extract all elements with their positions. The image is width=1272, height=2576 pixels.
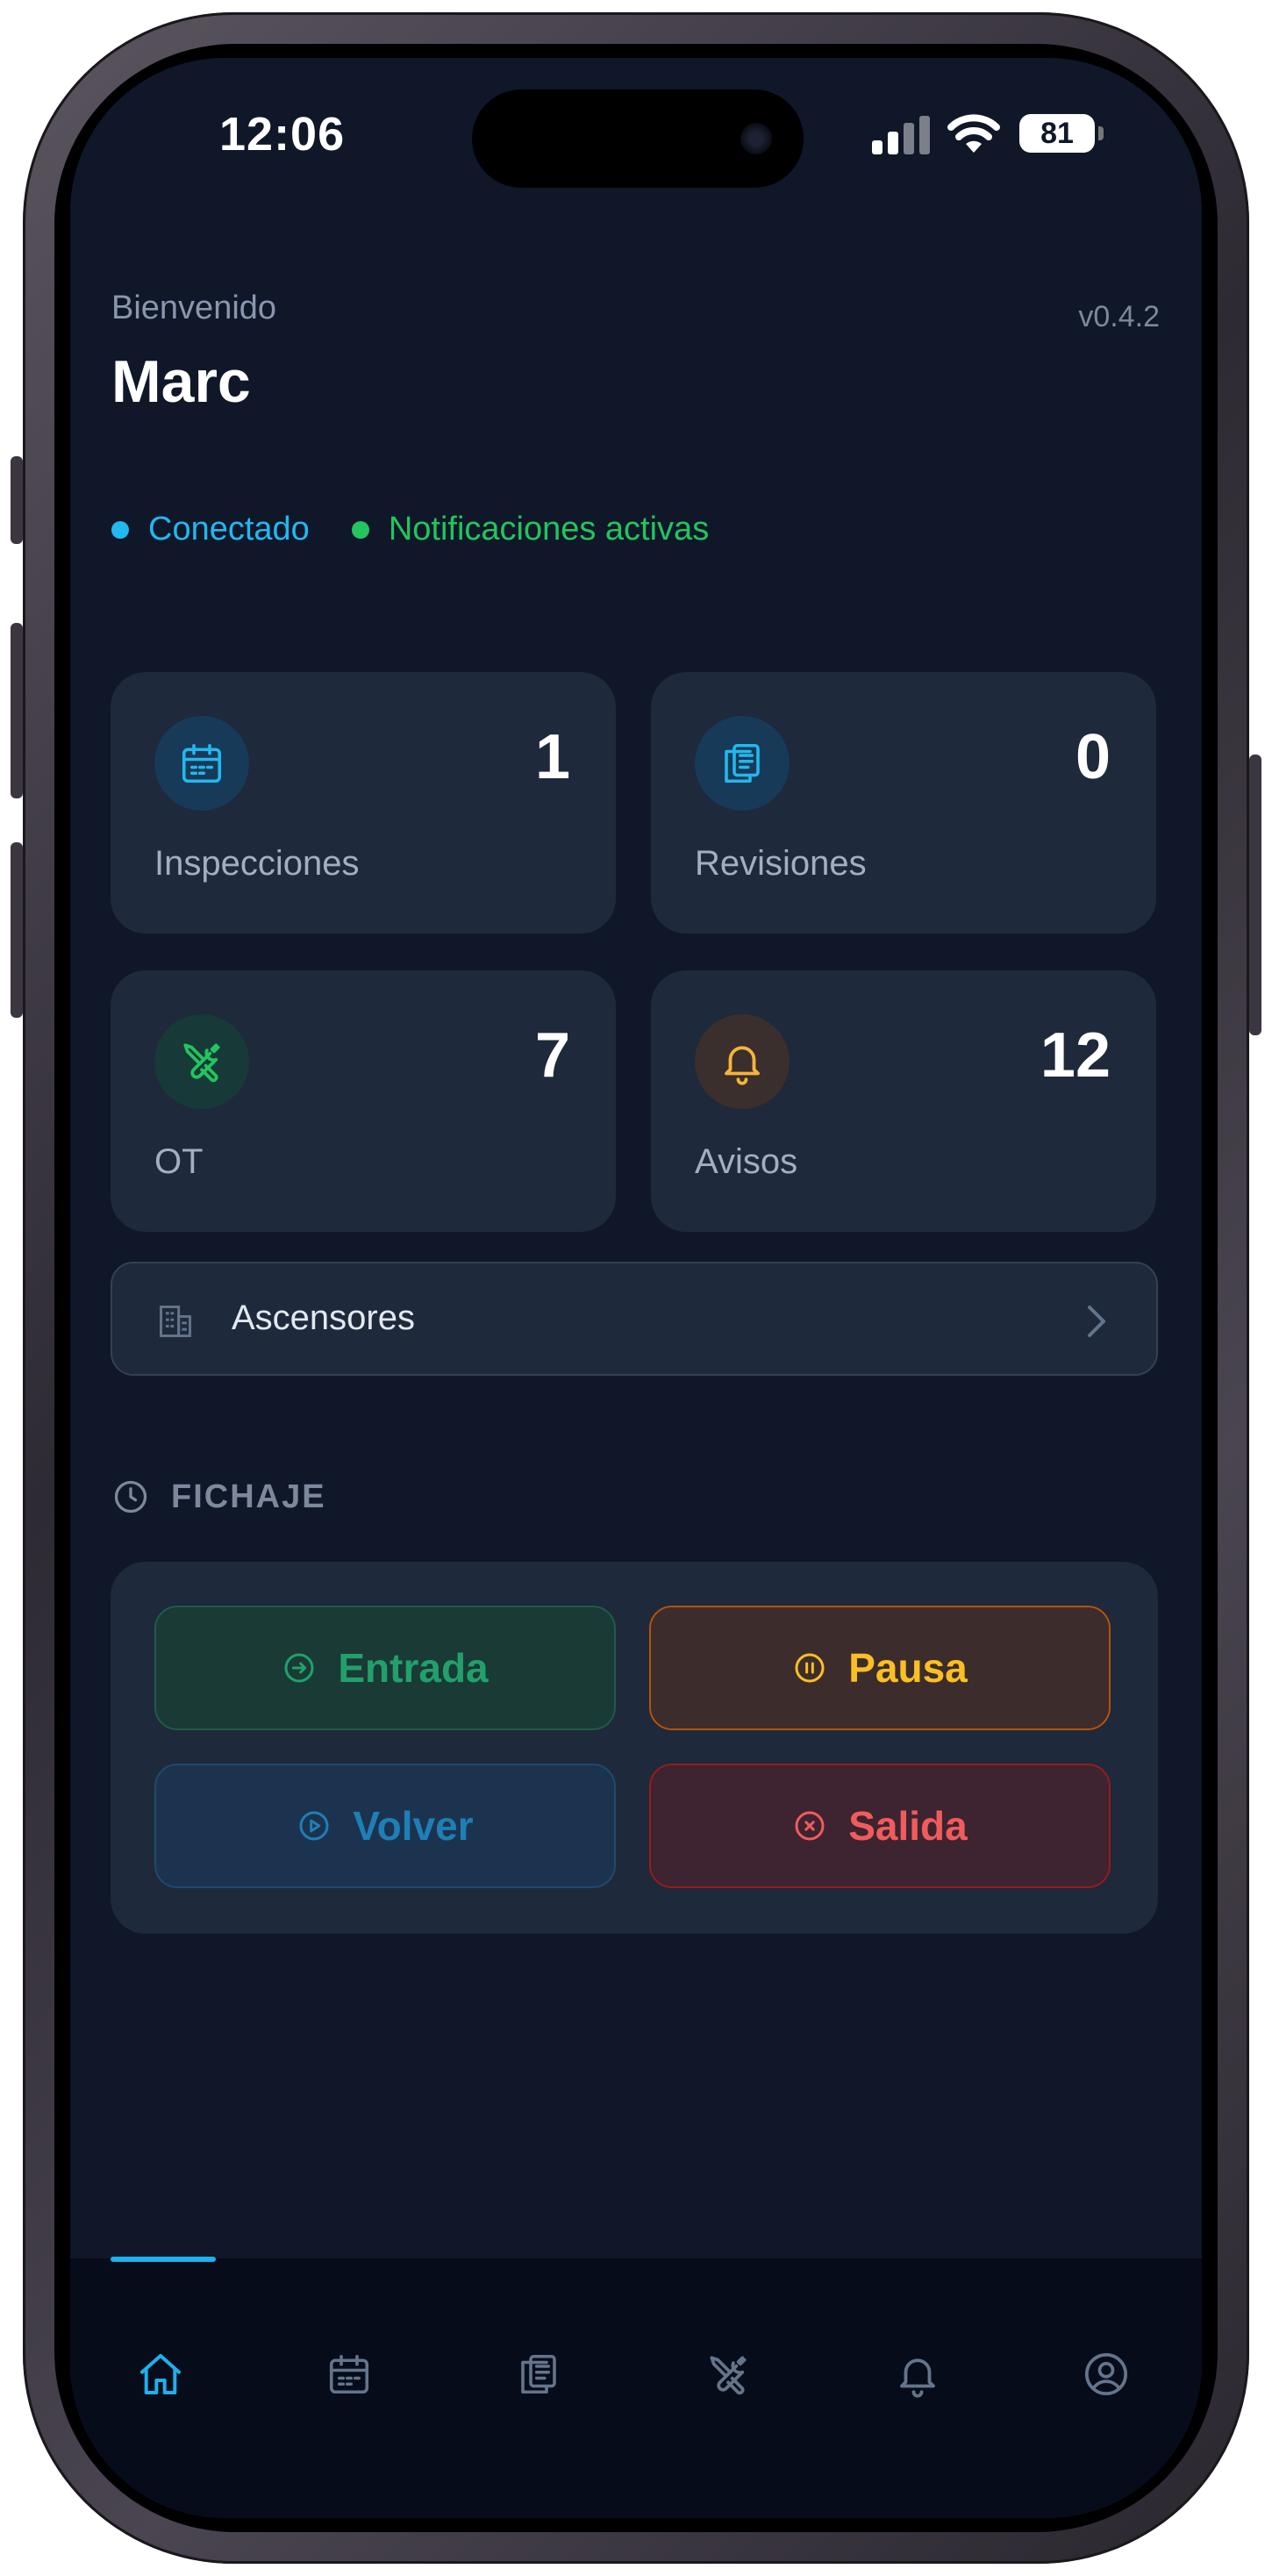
- stat-card-inspecciones[interactable]: 1 Inspecciones: [111, 672, 616, 934]
- status-time: 12:06: [219, 108, 346, 161]
- tab-home[interactable]: [134, 2348, 187, 2401]
- section-title: FICHAJE: [171, 1478, 326, 1515]
- bell-icon: [900, 2358, 935, 2398]
- tab-profile[interactable]: [1080, 2348, 1133, 2401]
- notifications-label: Notificaciones activas: [388, 511, 710, 547]
- chevron-right-icon: [1088, 1306, 1105, 1337]
- tab-work-orders[interactable]: [702, 2348, 754, 2401]
- profile-icon: [1084, 2352, 1128, 2396]
- action-button: [11, 456, 23, 544]
- home-icon: [140, 2354, 181, 2394]
- dynamic-island: [472, 89, 804, 188]
- building-icon: [160, 1306, 191, 1337]
- resume-label: Volver: [353, 1803, 474, 1849]
- elevators-button[interactable]: Ascensores: [111, 1262, 1158, 1376]
- arrow-right-circle-icon: [284, 1653, 314, 1683]
- tab-revisions[interactable]: [512, 2348, 565, 2401]
- status-dot-icon: [351, 520, 369, 539]
- greeting-label: Bienvenido: [111, 290, 277, 326]
- stat-value: 0: [1075, 722, 1111, 792]
- play-circle-icon: [299, 1811, 329, 1841]
- connected-status: Conectado: [111, 511, 310, 548]
- volume-up-button: [11, 623, 23, 798]
- clock-panel: Entrada Pausa Volver Salida: [111, 1562, 1158, 1934]
- app-screen: 12:06 81 Bienvenido v0.4.2 Marc Conectad…: [70, 58, 1202, 2518]
- cellular-signal-icon: [872, 116, 930, 154]
- clipboard-icon: [521, 2354, 556, 2394]
- calendar-icon: [154, 716, 249, 811]
- tab-calendar[interactable]: [323, 2348, 375, 2401]
- battery-indicator: 81: [1019, 114, 1095, 153]
- stat-card-revisiones[interactable]: 0 Revisiones: [651, 672, 1156, 934]
- battery-tip: [1098, 126, 1104, 140]
- active-tab-indicator: [111, 2257, 216, 2262]
- stat-label: Inspecciones: [154, 844, 360, 883]
- stat-value: 1: [534, 722, 570, 792]
- clock-in-button[interactable]: Entrada: [154, 1606, 616, 1730]
- x-circle-icon: [795, 1811, 825, 1841]
- stat-label: Avisos: [695, 1142, 798, 1181]
- bell-icon: [695, 1014, 790, 1109]
- pause-circle-icon: [795, 1653, 825, 1683]
- stat-value: 7: [534, 1020, 570, 1091]
- stat-card-avisos[interactable]: 12 Avisos: [651, 970, 1156, 1232]
- connection-status-row: Conectado Notificaciones activas: [111, 511, 709, 548]
- elevators-label: Ascensores: [232, 1299, 415, 1337]
- power-button: [1249, 755, 1261, 1035]
- stat-label: OT: [154, 1142, 204, 1181]
- stat-card-ot[interactable]: 7 OT: [111, 970, 616, 1232]
- notifications-status: Notificaciones activas: [351, 511, 710, 548]
- section-header-fichaje: FICHAJE: [111, 1478, 326, 1516]
- tools-icon: [154, 1014, 249, 1109]
- resume-button[interactable]: Volver: [154, 1764, 616, 1888]
- connected-label: Conectado: [148, 511, 310, 547]
- pause-button[interactable]: Pausa: [649, 1606, 1111, 1730]
- user-name: Marc: [111, 348, 251, 415]
- stat-value: 12: [1040, 1020, 1111, 1091]
- pause-label: Pausa: [848, 1645, 968, 1691]
- tools-icon: [710, 2356, 747, 2395]
- calendar-icon: [329, 2354, 369, 2394]
- stat-label: Revisiones: [695, 844, 867, 883]
- volume-down-button: [11, 842, 23, 1018]
- camera-icon: [740, 123, 772, 154]
- clock-icon: [114, 1480, 147, 1513]
- app-version: v0.4.2: [1078, 300, 1160, 333]
- clock-in-label: Entrada: [338, 1645, 489, 1691]
- tab-notices[interactable]: [891, 2348, 944, 2401]
- clock-out-label: Salida: [848, 1803, 968, 1849]
- wifi-icon: [947, 114, 1000, 153]
- clock-out-button[interactable]: Salida: [649, 1764, 1111, 1888]
- status-dot-icon: [111, 520, 129, 539]
- bottom-tab-bar: [70, 2258, 1202, 2518]
- clipboard-icon: [695, 716, 790, 811]
